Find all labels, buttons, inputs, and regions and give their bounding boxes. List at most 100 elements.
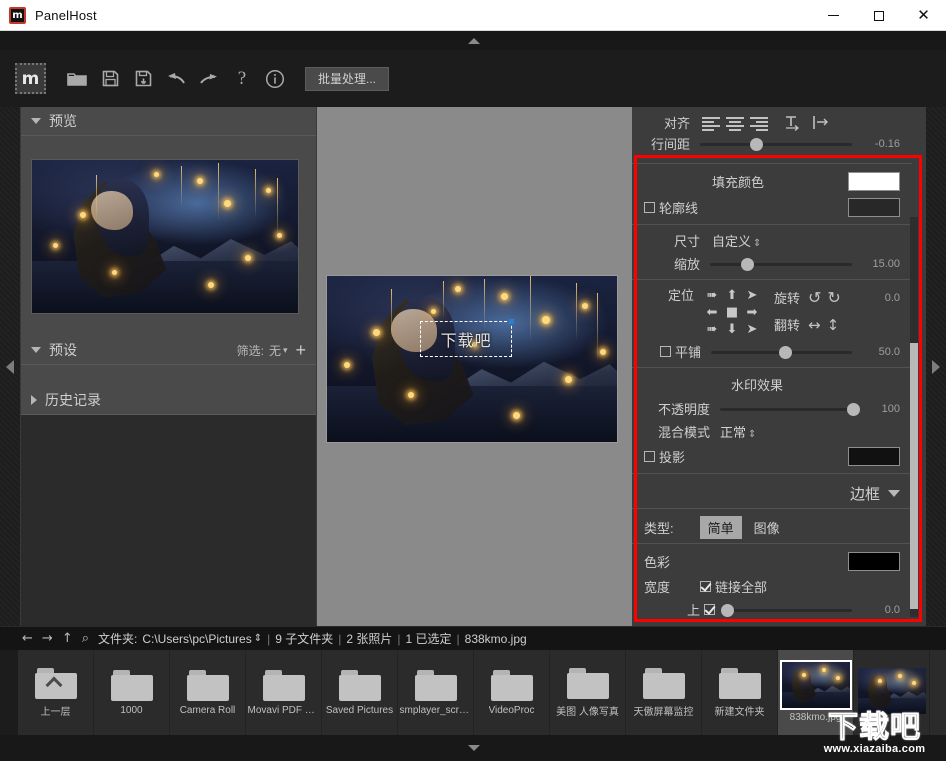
link-all-checkbox[interactable] <box>700 581 711 592</box>
top-collapse-strip[interactable] <box>0 31 946 50</box>
tile-slider[interactable] <box>711 345 852 359</box>
filmstrip-item-meitu[interactable]: 美图 人像写真 <box>550 650 626 735</box>
border-width-row: 宽度 链接全部 <box>632 574 912 598</box>
filmstrip-item-saved-pictures[interactable]: Saved Pictures <box>322 650 398 735</box>
slider-knob[interactable] <box>779 346 792 359</box>
border-edge-top-checkbox[interactable] <box>704 604 715 615</box>
slider-knob[interactable] <box>721 604 734 617</box>
preview-section-header[interactable]: 预览 <box>21 107 316 136</box>
border-type-image[interactable]: 图像 <box>746 516 788 539</box>
align-left-icon[interactable] <box>702 116 720 130</box>
history-section-header[interactable]: 历史记录 <box>21 386 316 415</box>
preset-section-header[interactable]: 预设 筛选: 无 ▾ + <box>21 336 316 365</box>
position-bottom-icon[interactable]: ⬇ <box>722 321 742 338</box>
watermark-selection-box[interactable]: 下载吧 <box>420 321 512 357</box>
flip-label: 翻转 <box>774 315 800 334</box>
redo-button[interactable] <box>194 62 224 96</box>
position-right-icon[interactable]: ➡ <box>742 304 762 321</box>
site-watermark: 下载吧 www.xiazaiba.com <box>807 709 942 759</box>
add-preset-button[interactable]: + <box>295 343 306 357</box>
position-top-icon[interactable]: ⬆ <box>722 287 742 304</box>
left-collapse-handle[interactable] <box>0 107 20 626</box>
slider-knob[interactable] <box>741 258 754 271</box>
filmstrip-item-movavi[interactable]: Movavi PDF E... <box>246 650 322 735</box>
zoom-slider[interactable] <box>710 257 852 271</box>
undo-button[interactable] <box>161 62 191 96</box>
rotate-cw-icon[interactable]: ↻ <box>827 288 840 307</box>
flip-horizontal-icon[interactable]: ↔ <box>808 316 821 334</box>
line-spacing-slider[interactable] <box>700 137 852 151</box>
back-icon[interactable]: ← <box>22 631 33 646</box>
filmstrip-item-new-folder[interactable]: 新建文件夹 <box>702 650 778 735</box>
maximize-button[interactable] <box>856 0 901 31</box>
position-top-left-icon[interactable]: ➠ <box>702 287 722 304</box>
filmstrip-item-videoproc[interactable]: VideoProc <box>474 650 550 735</box>
shadow-color-swatch[interactable] <box>848 447 900 466</box>
position-bottom-right-icon[interactable]: ➤ <box>742 321 762 338</box>
border-type-simple[interactable]: 简单 <box>700 516 742 539</box>
folder-path[interactable]: C:\Users\pc\Pictures <box>142 632 251 646</box>
tile-checkbox[interactable] <box>660 346 671 357</box>
border-color-swatch[interactable] <box>848 552 900 571</box>
chevron-down-icon <box>31 347 41 353</box>
preview-section-title: 预览 <box>49 111 77 131</box>
close-button[interactable]: ✕ <box>901 0 946 31</box>
help-button[interactable]: ? <box>227 62 257 96</box>
help-icon: ? <box>238 68 246 90</box>
up-icon[interactable]: ↑ <box>62 631 73 646</box>
text-direction-icon[interactable] <box>784 114 804 131</box>
bottom-collapse-strip[interactable] <box>0 735 946 761</box>
filmstrip-item-label: Movavi PDF E... <box>248 705 320 716</box>
blend-mode-dropdown[interactable]: 正常⇕ <box>720 422 756 441</box>
position-bottom-left-icon[interactable]: ➠ <box>702 321 722 338</box>
fill-color-swatch[interactable] <box>848 172 900 191</box>
preset-filter-spinner-icon[interactable]: ▾ <box>283 345 288 356</box>
filmstrip-item-smplayer[interactable]: smplayer_scre... <box>398 650 474 735</box>
folder-icon <box>567 668 609 699</box>
maximize-icon <box>874 11 884 21</box>
open-folder-button[interactable] <box>62 62 92 96</box>
position-left-icon[interactable]: ⬅ <box>702 304 722 321</box>
border-edge-top-slider[interactable] <box>721 603 852 617</box>
search-icon[interactable]: ⌕ <box>82 631 89 646</box>
forward-icon[interactable]: → <box>42 631 53 646</box>
right-collapse-handle[interactable] <box>926 107 946 626</box>
rotate-ccw-icon[interactable]: ↺ <box>808 288 821 307</box>
position-center-icon[interactable]: ■ <box>722 304 742 321</box>
save-as-button[interactable] <box>128 62 158 96</box>
align-right-icon[interactable] <box>750 116 768 130</box>
filmstrip-item-label: 上一层 <box>41 703 71 718</box>
canvas-area[interactable]: 下载吧 <box>316 107 632 626</box>
minimize-button[interactable] <box>811 0 856 31</box>
border-section-title: 边框 <box>850 483 880 504</box>
resize-handle-tr[interactable] <box>509 319 514 324</box>
position-top-right-icon[interactable]: ➤ <box>742 287 762 304</box>
align-center-icon[interactable] <box>726 116 744 130</box>
filmstrip-item-tianao[interactable]: 天傲屏幕监控 <box>626 650 702 735</box>
flip-vertical-icon[interactable]: ↕ <box>827 316 840 334</box>
panel-scrollbar-thumb[interactable] <box>910 343 918 609</box>
position-arrow-grid[interactable]: ➠ ⬆ ➤ ⬅ ■ ➡ ➠ ⬇ ➤ <box>702 287 762 338</box>
filmstrip-item-camera-roll[interactable]: Camera Roll <box>170 650 246 735</box>
batch-process-button[interactable]: 批量处理... <box>305 67 389 91</box>
slider-knob[interactable] <box>847 403 860 416</box>
outline-color-swatch[interactable] <box>848 198 900 217</box>
filmstrip-item-1000[interactable]: 1000 <box>94 650 170 735</box>
text-wrap-icon[interactable] <box>812 114 830 131</box>
slider-knob[interactable] <box>750 138 763 151</box>
size-dropdown[interactable]: 自定义⇕ <box>712 231 761 250</box>
canvas-image[interactable]: 下载吧 <box>326 275 618 443</box>
path-spinner-icon[interactable]: ⇕ <box>254 633 262 644</box>
brand-logo-icon[interactable]: m <box>15 63 46 94</box>
outline-checkbox[interactable] <box>644 202 655 213</box>
shadow-checkbox[interactable] <box>644 451 655 462</box>
filmstrip-item-up[interactable]: 上一层 <box>18 650 94 735</box>
watermark-effect-title-row: 水印效果 <box>632 372 912 397</box>
site-watermark-url: www.xiazaiba.com <box>824 743 926 755</box>
save-button[interactable] <box>95 62 125 96</box>
folder-icon <box>719 668 761 699</box>
preset-filter-value[interactable]: 无 <box>269 342 281 359</box>
border-section-header[interactable]: 边框 <box>632 478 912 508</box>
opacity-slider[interactable] <box>720 402 852 416</box>
info-button[interactable] <box>260 62 290 96</box>
